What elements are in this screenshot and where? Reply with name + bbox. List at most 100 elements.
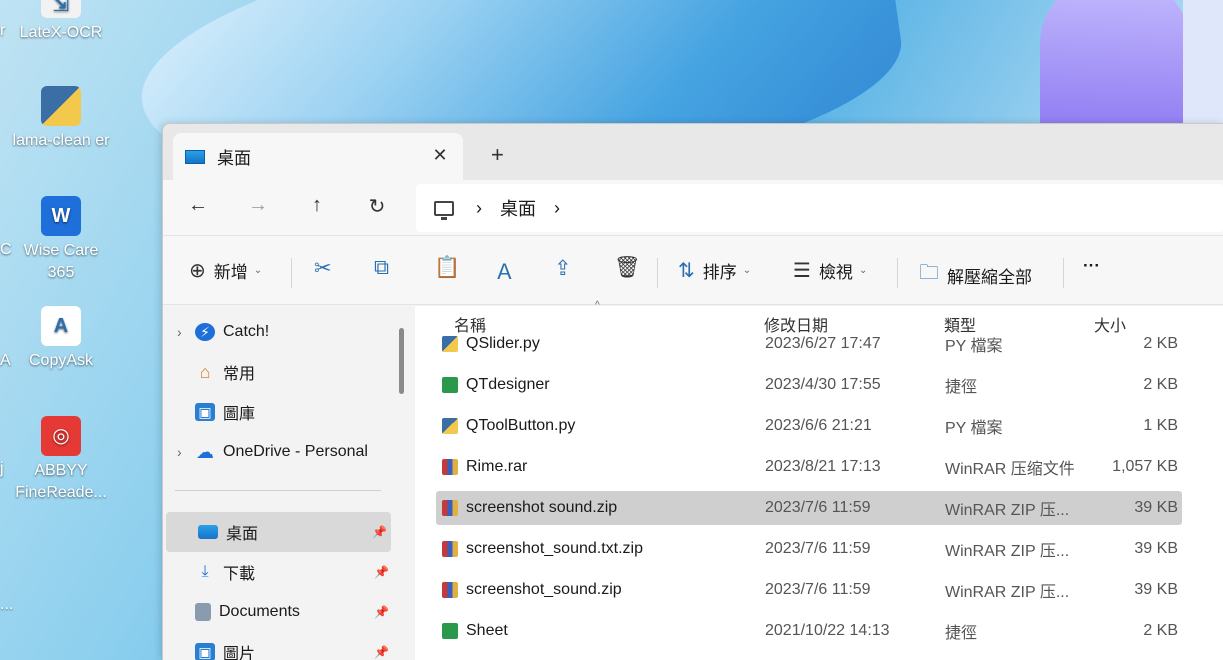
pin-icon[interactable]: 📌 (374, 565, 389, 579)
desktop-partial-label: ... (0, 596, 14, 613)
sort-icon: ⇅ (678, 260, 695, 282)
file-row-selected[interactable]: screenshot sound.zip 2023/7/6 11:59 WinR… (436, 491, 1182, 525)
file-type: WinRAR ZIP 压... (945, 502, 1070, 519)
file-row[interactable]: Sheet 2021/10/22 14:13 捷徑 2 KB (436, 614, 1182, 648)
wallpaper-corner (1183, 0, 1223, 130)
pin-icon[interactable]: 📌 (374, 645, 389, 659)
chevron-down-icon: ⌄ (858, 265, 868, 276)
file-row[interactable]: QToolButton.py 2023/6/6 21:21 PY 檔案 1 KB (436, 409, 1182, 443)
file-name: Rime.rar (466, 458, 528, 475)
abbyy-icon: ◎ (41, 416, 81, 456)
sidebar-item-downloads[interactable]: ⤓ 下載 📌 (163, 552, 393, 592)
pictures-icon: ▣ (195, 643, 215, 660)
sidebar-item-desktop[interactable]: 桌面 📌 (166, 512, 391, 552)
share-icon[interactable]: ⇪ (554, 256, 572, 281)
file-row[interactable]: QSlider.py 2023/6/27 17:47 PY 檔案 2 KB (436, 327, 1182, 361)
file-name: Sheet (466, 622, 508, 639)
file-row[interactable]: screenshot_sound.zip 2023/7/6 11:59 WinR… (436, 573, 1182, 607)
desktop-icon-latexocr[interactable]: ⇲ LateX-OCR (11, 0, 111, 44)
extract-folder-icon: 🗀 (919, 262, 939, 284)
up-button[interactable]: ↑ (304, 194, 330, 217)
file-row[interactable]: screenshot_sound.txt.zip 2023/7/6 11:59 … (436, 532, 1182, 566)
file-explorer-window: 桌面 ✕ + ← → ↑ ↻ › 桌面 › ⊕ 新增 ⌄ ✂ ⧉ 📋 Ａ ⇪ 🗑… (162, 123, 1223, 660)
new-label: 新增 (213, 263, 248, 282)
file-row[interactable]: Rime.rar 2023/8/21 17:13 WinRAR 压缩文件 1,0… (436, 450, 1182, 484)
file-type: WinRAR 压缩文件 (945, 461, 1075, 478)
file-type: 捷徑 (945, 625, 978, 642)
chevron-right-icon[interactable]: › (177, 444, 195, 460)
desktop-partial-label: r (0, 22, 6, 39)
gallery-icon: ▣ (195, 403, 215, 421)
wisecare-icon: W (41, 196, 81, 236)
desktop-icon-label: Wise Care 365 (23, 242, 99, 281)
file-size: 1,057 KB (1112, 458, 1178, 475)
sidebar-item-label: 圖庫 (223, 406, 256, 423)
file-date: 2021/10/22 14:13 (765, 622, 890, 639)
sidebar-item-documents[interactable]: Documents 📌 (163, 592, 393, 632)
file-type: WinRAR ZIP 压... (945, 584, 1070, 601)
chevron-right-icon[interactable]: › (177, 324, 195, 340)
breadcrumb-segment[interactable]: 桌面 (500, 195, 536, 221)
desktop-folder-icon (198, 525, 218, 539)
address-bar[interactable]: › 桌面 › (416, 184, 1223, 232)
pin-icon[interactable]: 📌 (374, 605, 389, 619)
file-size: 2 KB (1143, 335, 1178, 352)
sidebar-item-pictures[interactable]: ▣ 圖片 📌 (163, 632, 393, 660)
file-type: PY 檔案 (945, 420, 1003, 437)
breadcrumb-chevron[interactable]: › (476, 198, 482, 219)
view-list-icon: ☰ (793, 260, 811, 282)
file-row[interactable]: QTdesigner 2023/4/30 17:55 捷徑 2 KB (436, 368, 1182, 402)
paste-icon[interactable]: 📋 (434, 256, 460, 280)
file-date: 2023/8/21 17:13 (765, 458, 881, 475)
desktop-icon-copyask[interactable]: A CopyAsk (11, 306, 111, 372)
python-file-icon (442, 418, 458, 434)
rename-icon[interactable]: Ａ (494, 256, 515, 286)
navigation-pane: › ⚡ Catch! ⌂ 常用 ▣ 圖庫 › ☁ OneDrive - Pers… (163, 306, 408, 660)
view-label: 檢視 (818, 263, 853, 282)
desktop-icon-lama-cleaner[interactable]: lama-clean er (11, 86, 111, 152)
sidebar-item-label: Catch! (223, 323, 270, 340)
divider (1063, 258, 1064, 288)
sidebar-scrollbar[interactable] (399, 328, 404, 394)
sidebar-item-label: 圖片 (223, 646, 256, 660)
desktop-icon-wisecare[interactable]: W Wise Care 365 (11, 196, 111, 284)
desktop-icon-abbyy[interactable]: ◎ ABBYY FineReade... (11, 416, 111, 504)
winrar-archive-icon (442, 582, 458, 598)
file-type: PY 檔案 (945, 338, 1003, 355)
cut-icon[interactable]: ✂ (314, 256, 332, 281)
desktop-icon-label: lama-clean er (12, 132, 110, 149)
delete-icon[interactable]: 🗑 (614, 256, 641, 280)
monitor-icon[interactable] (434, 200, 454, 220)
file-size: 2 KB (1143, 376, 1178, 393)
sort-button[interactable]: ⇅ 排序 ⌄ (678, 258, 751, 283)
onedrive-icon: ☁ (196, 441, 214, 462)
desktop-icon-label: CopyAsk (28, 352, 94, 369)
desktop-icon-label: LateX-OCR (19, 24, 103, 41)
pin-icon[interactable]: 📌 (372, 525, 387, 539)
file-name: screenshot_sound.txt.zip (466, 540, 643, 557)
refresh-button[interactable]: ↻ (364, 194, 390, 219)
sidebar-item-label: 常用 (223, 366, 256, 383)
new-button[interactable]: ⊕ 新增 ⌄ (189, 258, 262, 283)
copy-icon[interactable]: ⧉ (374, 256, 389, 280)
navigation-bar: ← → ↑ ↻ › 桌面 › (163, 180, 1223, 235)
desktop-partial-label: C (0, 241, 12, 258)
view-button[interactable]: ☰ 檢視 ⌄ (793, 258, 867, 283)
file-date: 2023/6/27 17:47 (765, 335, 881, 352)
sidebar-item-gallery[interactable]: ▣ 圖庫 (163, 392, 393, 432)
forward-button[interactable]: → (245, 194, 271, 217)
file-name: QToolButton.py (466, 417, 576, 434)
documents-icon (195, 603, 211, 621)
breadcrumb-chevron[interactable]: › (554, 198, 560, 219)
sidebar-item-onedrive[interactable]: › ☁ OneDrive - Personal (163, 432, 393, 472)
wallpaper-purple-shape (1040, 0, 1190, 140)
sidebar-item-home[interactable]: ⌂ 常用 (163, 352, 393, 392)
sidebar-item-catch[interactable]: › ⚡ Catch! (163, 312, 393, 352)
divider (657, 258, 658, 288)
more-options-button[interactable]: ··· (1083, 256, 1100, 276)
close-icon[interactable]: ✕ (429, 145, 451, 166)
back-button[interactable]: ← (185, 194, 211, 217)
tab-desktop[interactable]: 桌面 ✕ (173, 133, 463, 180)
new-tab-button[interactable]: + (491, 142, 504, 168)
extract-all-button[interactable]: 🗀 解壓縮全部 (919, 258, 1032, 292)
